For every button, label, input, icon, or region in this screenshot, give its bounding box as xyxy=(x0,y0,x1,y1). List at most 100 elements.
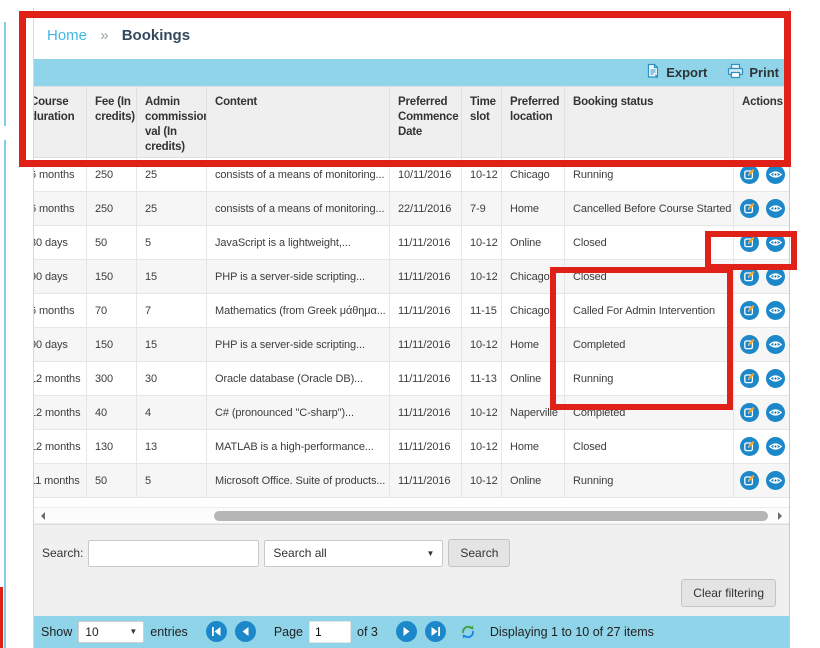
search-button[interactable]: Search xyxy=(448,539,510,567)
cell-content: consists of a means of monitoring... xyxy=(207,192,390,226)
cell-content: consists of a means of monitoring... xyxy=(207,158,390,192)
first-page-icon xyxy=(211,626,222,637)
cell-fee: 250 xyxy=(87,158,137,192)
cell-commence-date: 11/11/2016 xyxy=(390,294,462,328)
cell-content: PHP is a server-side scripting... xyxy=(207,260,390,294)
refresh-icon xyxy=(460,624,476,640)
view-booking-button[interactable] xyxy=(766,471,785,490)
cell-fee: 150 xyxy=(87,328,137,362)
cell-actions xyxy=(734,430,790,464)
bookings-table-scroll-area: Course duration Fee (In credits) Admin c… xyxy=(34,86,789,498)
edit-icon xyxy=(740,471,759,490)
cell-booking-status: Running xyxy=(565,464,734,498)
chevron-down-icon: ▼ xyxy=(129,627,137,636)
cell-content: C# (pronounced "C-sharp")... xyxy=(207,396,390,430)
cell-content: JavaScript is a lightweight,... xyxy=(207,226,390,260)
cell-commence-date: 10/11/2016 xyxy=(390,158,462,192)
edit-booking-button[interactable] xyxy=(740,267,759,286)
print-label: Print xyxy=(749,65,779,80)
eye-icon xyxy=(766,199,785,218)
view-booking-button[interactable] xyxy=(766,403,785,422)
edit-booking-button[interactable] xyxy=(740,437,759,456)
cell-actions xyxy=(734,158,790,192)
cell-booking-status: Called For Admin Intervention xyxy=(565,294,734,328)
cell-actions xyxy=(734,328,790,362)
cell-location: Chicago xyxy=(502,260,565,294)
cell-time-slot: 10-12 xyxy=(462,464,502,498)
search-column-selected: Search all xyxy=(273,546,326,560)
print-button[interactable]: Print xyxy=(727,63,779,82)
cell-location: Online xyxy=(502,362,565,396)
col-header-content: Content xyxy=(207,87,390,158)
eye-icon xyxy=(766,403,785,422)
table-row: 12 months 40 4 C# (pronounced "C-sharp")… xyxy=(34,396,789,430)
edit-icon xyxy=(740,301,759,320)
edit-booking-button[interactable] xyxy=(740,233,759,252)
col-header-actions: Actions xyxy=(734,87,790,158)
cell-course-duration: 12 months xyxy=(34,430,87,464)
refresh-button[interactable] xyxy=(460,624,476,640)
table-body: 6 months 250 25 consists of a means of m… xyxy=(34,158,789,498)
annotation-strip-left-edge xyxy=(0,587,3,648)
bookings-table: Course duration Fee (In credits) Admin c… xyxy=(34,86,789,498)
cell-location: Online xyxy=(502,464,565,498)
first-page-button[interactable] xyxy=(206,621,227,642)
view-booking-button[interactable] xyxy=(766,437,785,456)
cell-actions xyxy=(734,226,790,260)
edit-booking-button[interactable] xyxy=(740,369,759,388)
cell-fee: 250 xyxy=(87,192,137,226)
cell-actions xyxy=(734,260,790,294)
edit-icon xyxy=(740,233,759,252)
view-booking-button[interactable] xyxy=(766,199,785,218)
page-label: Page xyxy=(274,625,303,639)
view-booking-button[interactable] xyxy=(766,335,785,354)
view-booking-button[interactable] xyxy=(766,165,785,184)
cell-commence-date: 11/11/2016 xyxy=(390,464,462,498)
export-button[interactable]: Export xyxy=(645,63,707,82)
page-size-select[interactable]: 10 ▼ xyxy=(78,621,144,643)
breadcrumb-home-link[interactable]: Home xyxy=(47,27,87,44)
clear-filtering-button[interactable]: Clear filtering xyxy=(681,579,776,607)
edit-booking-button[interactable] xyxy=(740,199,759,218)
search-column-select[interactable]: Search all ▼ xyxy=(264,540,443,567)
search-input[interactable] xyxy=(88,540,259,567)
last-page-button[interactable] xyxy=(425,621,446,642)
printer-icon xyxy=(727,63,744,82)
view-booking-button[interactable] xyxy=(766,267,785,286)
col-header-fee: Fee (In credits) xyxy=(87,87,137,158)
cell-commission: 25 xyxy=(137,158,207,192)
cell-course-duration: 90 days xyxy=(34,260,87,294)
view-booking-button[interactable] xyxy=(766,369,785,388)
edit-booking-button[interactable] xyxy=(740,335,759,354)
edit-booking-button[interactable] xyxy=(740,471,759,490)
cell-time-slot: 11-15 xyxy=(462,294,502,328)
cell-fee: 50 xyxy=(87,464,137,498)
eye-icon xyxy=(766,165,785,184)
eye-icon xyxy=(766,437,785,456)
table-row: 6 months 250 25 consists of a means of m… xyxy=(34,158,789,192)
page-number-input[interactable] xyxy=(309,621,351,643)
edit-icon xyxy=(740,335,759,354)
next-page-button[interactable] xyxy=(396,621,417,642)
table-toolbar: Export Print xyxy=(34,59,789,86)
edit-booking-button[interactable] xyxy=(740,165,759,184)
eye-icon xyxy=(766,233,785,252)
horizontal-scrollbar[interactable] xyxy=(34,507,789,524)
cell-content: MATLAB is a high-performance... xyxy=(207,430,390,464)
previous-page-button[interactable] xyxy=(235,621,256,642)
view-booking-button[interactable] xyxy=(766,301,785,320)
edit-booking-button[interactable] xyxy=(740,301,759,320)
cell-fee: 70 xyxy=(87,294,137,328)
scroll-right-arrow-icon[interactable] xyxy=(778,512,782,520)
cell-commission: 30 xyxy=(137,362,207,396)
next-page-icon xyxy=(401,626,412,637)
scroll-left-arrow-icon[interactable] xyxy=(41,512,45,520)
cell-commission: 13 xyxy=(137,430,207,464)
view-booking-button[interactable] xyxy=(766,233,785,252)
cell-commence-date: 11/11/2016 xyxy=(390,396,462,430)
scrollbar-thumb[interactable] xyxy=(214,511,768,521)
eye-icon xyxy=(766,267,785,286)
edit-booking-button[interactable] xyxy=(740,403,759,422)
table-row: 12 months 130 13 MATLAB is a high-perfor… xyxy=(34,430,789,464)
edit-icon xyxy=(740,369,759,388)
